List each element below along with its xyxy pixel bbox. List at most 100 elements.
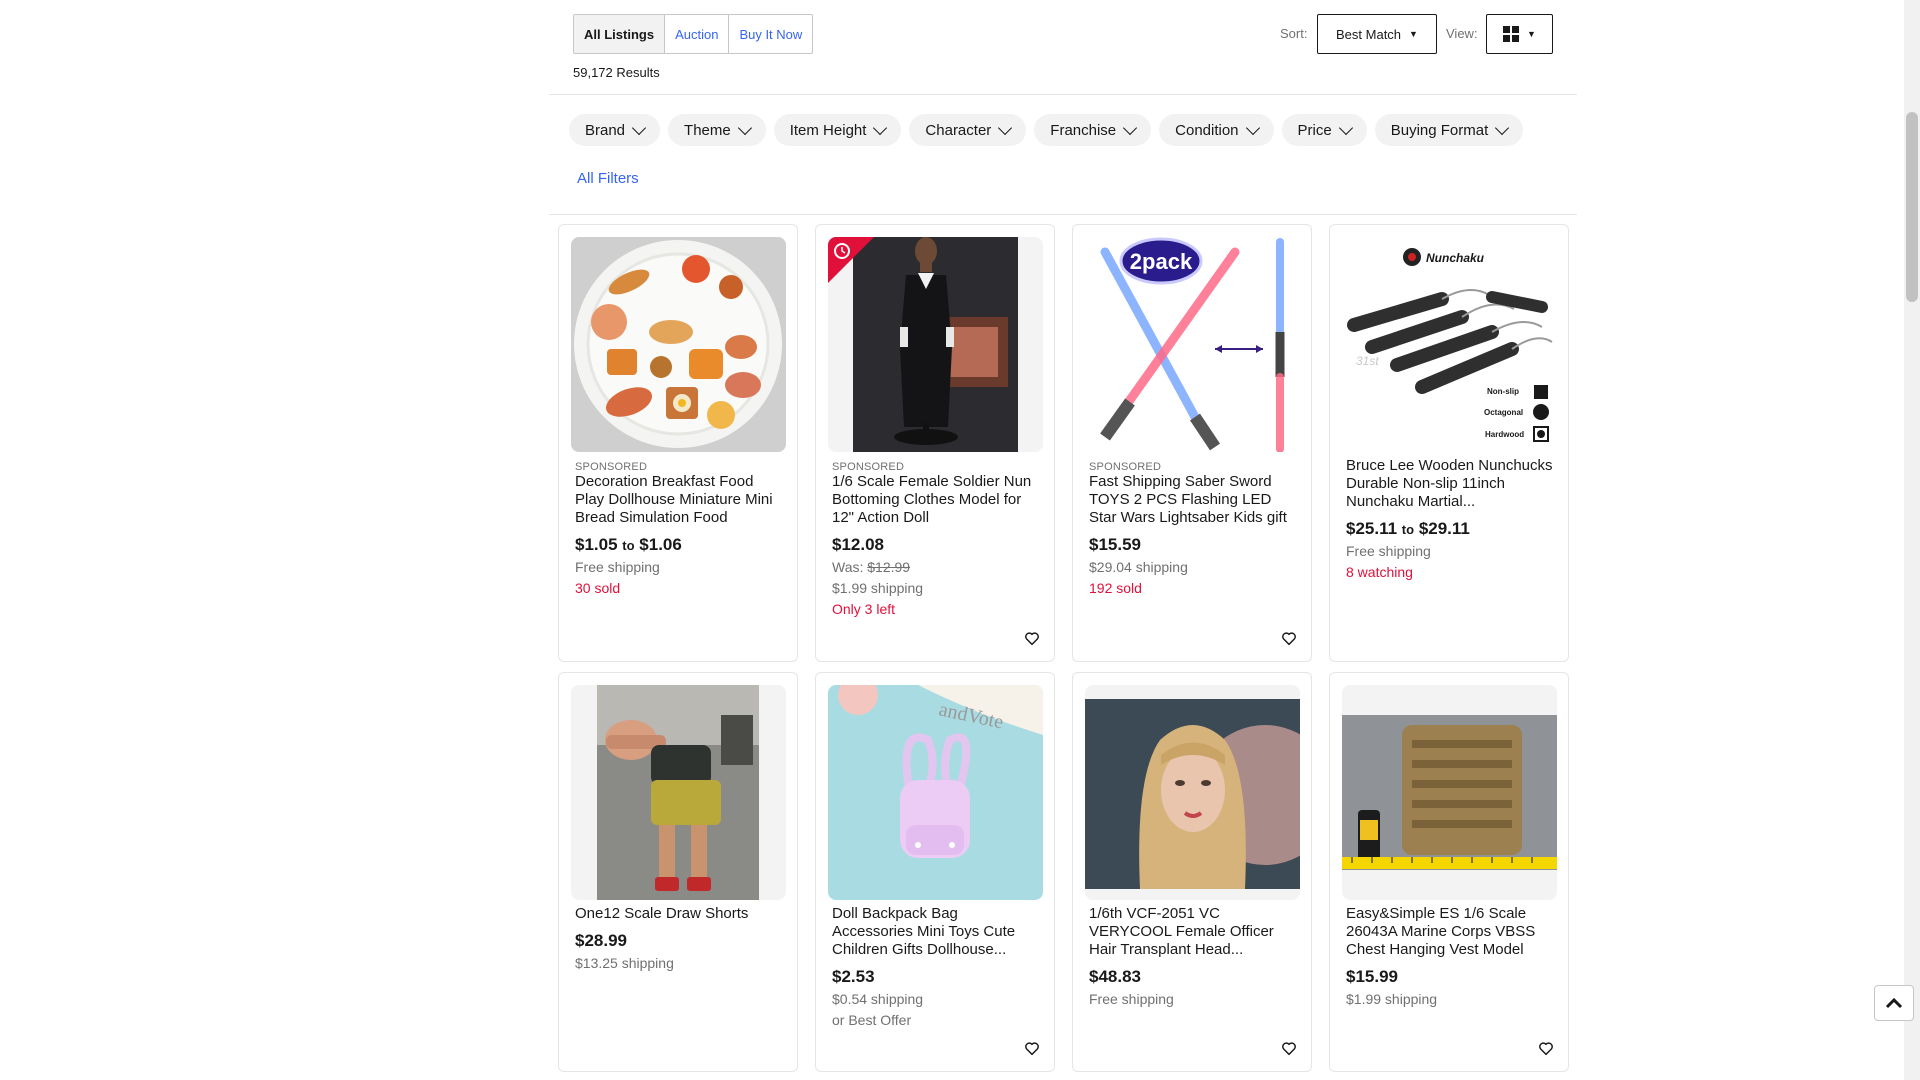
- product-price: $28.99: [575, 931, 627, 950]
- product-title[interactable]: 1/6 Scale Female Soldier Nun Bottoming C…: [832, 473, 1042, 527]
- product-image[interactable]: [571, 237, 786, 452]
- view-label: View:: [1446, 26, 1478, 41]
- pack-badge: 2pack: [1130, 249, 1193, 274]
- price-from: $1.05: [575, 535, 618, 554]
- brand-text: Nunchaku: [1426, 251, 1485, 265]
- all-filters-link[interactable]: All Filters: [577, 170, 639, 187]
- was-price: Was: $12.99: [832, 558, 1042, 576]
- sold-count: 192 sold: [1089, 580, 1142, 596]
- tab-all-listings[interactable]: All Listings: [574, 15, 666, 53]
- chevron-down-icon: [1245, 120, 1260, 135]
- filter-label: Franchise: [1050, 121, 1117, 139]
- product-card[interactable]: Easy&Simple ES 1/6 Scale 26043A Marine C…: [1329, 672, 1569, 1072]
- chevron-down-icon: [873, 120, 888, 135]
- filter-label: Item Height: [789, 121, 867, 139]
- shipping-info: Free shipping: [1089, 991, 1174, 1007]
- product-title[interactable]: 1/6th VCF-2051 VC VERYCOOL Female Office…: [1089, 905, 1299, 959]
- scrollbar-thumb[interactable]: [1906, 112, 1918, 302]
- price-to: $1.06: [639, 535, 682, 554]
- shipping-info: $13.25 shipping: [575, 955, 674, 971]
- product-card[interactable]: andVote Doll Backpack Bag Accessories Mi…: [815, 672, 1055, 1072]
- divider: [549, 94, 1577, 95]
- product-image[interactable]: andVote: [828, 685, 1043, 900]
- product-price: $15.99: [1346, 967, 1398, 986]
- product-title[interactable]: Bruce Lee Wooden Nunchucks Durable Non-s…: [1346, 457, 1556, 511]
- shipping-info: $1.99 shipping: [832, 580, 924, 596]
- product-image[interactable]: Nunchaku 31st Non-slip Octagonal Hardwoo…: [1342, 237, 1557, 452]
- filter-condition[interactable]: Condition: [1159, 114, 1274, 146]
- product-price: $12.08: [832, 535, 884, 554]
- divider: [549, 214, 1577, 215]
- sponsored-label: SPONSORED: [575, 461, 648, 473]
- caret-down-icon: ▼: [1527, 29, 1536, 39]
- product-image[interactable]: 2pack: [1085, 237, 1300, 452]
- filter-franchise[interactable]: Franchise: [1034, 114, 1152, 146]
- filter-theme[interactable]: Theme: [668, 114, 766, 146]
- feature-label: Non-slip: [1487, 387, 1519, 396]
- product-card[interactable]: 2pack SPONSORED Fast Shipping Saber Swor…: [1072, 224, 1312, 662]
- product-image[interactable]: [1085, 685, 1300, 900]
- sponsored-label: SPONSORED: [1089, 461, 1162, 473]
- product-price: $25.11 to $29.11: [1346, 519, 1556, 539]
- results-count: 59,172 Results: [573, 65, 660, 80]
- watch-heart-icon[interactable]: [1020, 627, 1044, 651]
- chevron-down-icon: [998, 120, 1013, 135]
- shipping-info: Free shipping: [575, 559, 660, 575]
- shipping-info: $0.54 shipping: [832, 991, 924, 1007]
- price-from: $25.11: [1346, 519, 1398, 538]
- shipping-info: $29.04 shipping: [1089, 559, 1188, 575]
- product-image[interactable]: [571, 685, 786, 900]
- product-card[interactable]: One12 Scale Draw Shorts $28.99 $13.25 sh…: [558, 672, 798, 1072]
- shipping-info: Free shipping: [1346, 543, 1431, 559]
- product-price: $1.05 to $1.06: [575, 535, 785, 555]
- sort-label: Sort:: [1280, 26, 1308, 41]
- product-price: $48.83: [1089, 967, 1141, 986]
- product-title[interactable]: Decoration Breakfast Food Play Dollhouse…: [575, 473, 785, 527]
- filter-price[interactable]: Price: [1281, 114, 1367, 146]
- sort-dropdown[interactable]: Best Match ▼: [1317, 14, 1437, 54]
- filter-brand[interactable]: Brand: [569, 114, 661, 146]
- product-image[interactable]: [828, 237, 1043, 452]
- price-to: $29.11: [1418, 519, 1470, 538]
- product-title[interactable]: One12 Scale Draw Shorts: [575, 905, 785, 923]
- product-title[interactable]: Fast Shipping Saber Sword TOYS 2 PCS Fla…: [1089, 473, 1299, 527]
- back-to-top-button[interactable]: [1874, 985, 1914, 1021]
- sold-count: 30 sold: [575, 580, 621, 596]
- price-range-separator: to: [622, 538, 635, 553]
- product-card[interactable]: SPONSORED 1/6 Scale Female Soldier Nun B…: [815, 224, 1055, 662]
- svg-text:31st: 31st: [1356, 354, 1379, 368]
- feature-label: Hardwood: [1485, 430, 1524, 439]
- product-card[interactable]: 1/6th VCF-2051 VC VERYCOOL Female Office…: [1072, 672, 1312, 1072]
- filter-bar: Brand Theme Item Height Character Franch…: [569, 114, 1524, 146]
- watch-heart-icon[interactable]: [1534, 1037, 1558, 1061]
- product-price: $2.53: [832, 967, 875, 986]
- tab-buy-it-now[interactable]: Buy It Now: [729, 15, 812, 53]
- view-dropdown[interactable]: ▼: [1486, 14, 1553, 54]
- product-card[interactable]: SPONSORED Decoration Breakfast Food Play…: [558, 224, 798, 662]
- watch-heart-icon[interactable]: [1277, 627, 1301, 651]
- best-offer-note: or Best Offer: [832, 1012, 912, 1028]
- was-label: Was:: [832, 559, 864, 575]
- filter-buying-format[interactable]: Buying Format: [1374, 114, 1524, 146]
- watch-heart-icon[interactable]: [1277, 1037, 1301, 1061]
- product-image[interactable]: [1342, 685, 1557, 900]
- product-title[interactable]: Easy&Simple ES 1/6 Scale 26043A Marine C…: [1346, 905, 1556, 959]
- filter-character[interactable]: Character: [909, 114, 1027, 146]
- watching-count: 8 watching: [1346, 564, 1413, 580]
- filter-label: Price: [1297, 121, 1332, 139]
- filter-label: Character: [925, 121, 992, 139]
- product-card[interactable]: Nunchaku 31st Non-slip Octagonal Hardwoo…: [1329, 224, 1569, 662]
- product-title[interactable]: Doll Backpack Bag Accessories Mini Toys …: [832, 905, 1042, 959]
- chevron-down-icon: [1495, 120, 1510, 135]
- was-value: $12.99: [867, 559, 911, 575]
- filter-label: Brand: [585, 121, 626, 139]
- filter-label: Theme: [684, 121, 731, 139]
- tab-auction[interactable]: Auction: [665, 15, 730, 53]
- watch-heart-icon[interactable]: [1020, 1037, 1044, 1061]
- grid-view-icon: [1503, 26, 1520, 42]
- feature-label: Octagonal: [1484, 408, 1523, 417]
- filter-item-height[interactable]: Item Height: [773, 114, 902, 146]
- caret-down-icon: ▼: [1409, 29, 1418, 39]
- stock-note: Only 3 left: [832, 601, 896, 617]
- price-range-separator: to: [1401, 522, 1415, 537]
